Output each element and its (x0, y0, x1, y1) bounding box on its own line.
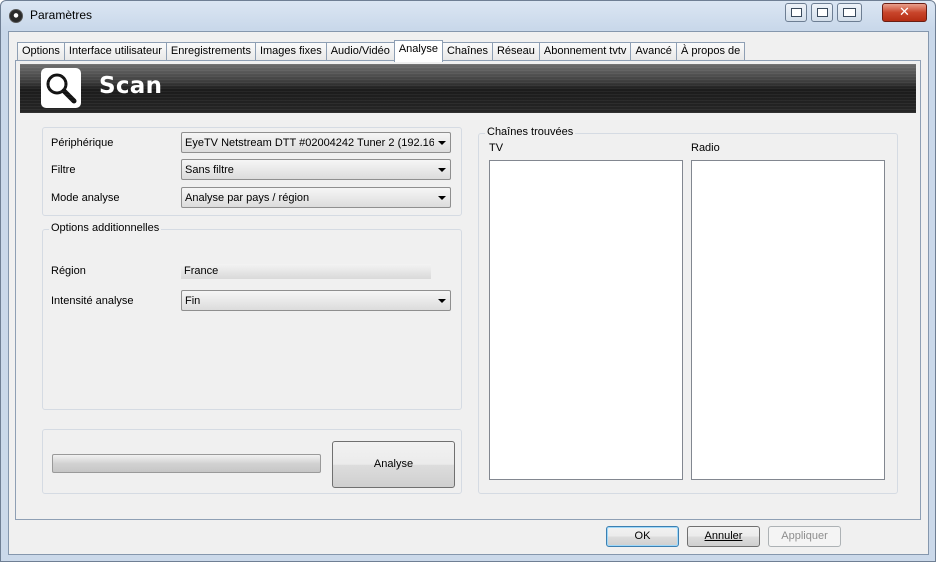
tab-reseau[interactable]: Réseau (491, 42, 540, 61)
magnifier-icon (41, 68, 81, 108)
tab-chaines[interactable]: Chaînes (441, 42, 493, 61)
found-channels-group: Chaînes trouvées TV Radio (478, 126, 898, 494)
chevron-down-icon (438, 168, 446, 172)
chevron-down-icon (438, 141, 446, 145)
close-icon: ✕ (899, 5, 910, 20)
radio-channel-list[interactable] (691, 160, 885, 480)
tab-avance[interactable]: Avancé (630, 42, 677, 61)
ok-button[interactable]: OK (606, 526, 679, 547)
scan-banner: Scan (20, 64, 916, 113)
tab-enregistrements[interactable]: Enregistrements (165, 42, 256, 61)
dialog-body: Options Interface utilisateur Enregistre… (8, 31, 929, 555)
analyse-button[interactable]: Analyse (332, 441, 455, 488)
tab-analyse[interactable]: Analyse (393, 40, 443, 62)
additional-options-group: Options additionnelles Région France Int… (42, 222, 462, 410)
settings-window: Paramètres ✕ Options Interface utilisate… (0, 0, 936, 562)
found-channels-legend: Chaînes trouvées (485, 126, 576, 138)
radio-label: Radio (691, 142, 720, 154)
tv-channel-list[interactable] (489, 160, 683, 480)
cancel-button[interactable]: Annuler (687, 526, 760, 547)
region-label: Région (51, 265, 86, 277)
tab-interface-utilisateur[interactable]: Interface utilisateur (63, 42, 167, 61)
minimize-icon[interactable] (811, 3, 833, 22)
tab-images-fixes[interactable]: Images fixes (254, 42, 327, 61)
tab-bar: Options Interface utilisateur Enregistre… (17, 40, 746, 62)
analyse-tab-page: Scan Périphérique EyeTV Netstream DTT #0… (15, 60, 921, 520)
tab-a-propos[interactable]: À propos de (675, 42, 746, 61)
scan-group: Analyse (42, 429, 462, 494)
maximize-icon[interactable] (837, 3, 862, 22)
app-eye-icon (9, 9, 23, 23)
tab-abonnement-tvtv[interactable]: Abonnement tvtv (538, 42, 632, 61)
window-title: Paramètres (30, 8, 93, 22)
tv-label: TV (489, 142, 504, 154)
device-label: Périphérique (51, 137, 114, 149)
filter-select[interactable]: Sans filtre (181, 159, 451, 180)
additional-options-legend: Options additionnelles (49, 222, 162, 234)
device-select[interactable]: EyeTV Netstream DTT #02004242 Tuner 2 (1… (181, 132, 451, 153)
region-value: France (181, 264, 431, 279)
device-settings-group: Périphérique EyeTV Netstream DTT #020042… (42, 127, 462, 216)
chevron-down-icon (438, 299, 446, 303)
scan-progress-bar (52, 454, 321, 473)
apply-button[interactable]: Appliquer (768, 526, 841, 547)
scan-mode-select[interactable]: Analyse par pays / région (181, 187, 451, 208)
restore-icon[interactable] (785, 3, 807, 22)
title-bar[interactable]: Paramètres ✕ (1, 1, 935, 31)
chevron-down-icon (438, 196, 446, 200)
filter-label: Filtre (51, 164, 76, 176)
close-button[interactable]: ✕ (882, 3, 927, 22)
banner-title: Scan (99, 73, 163, 99)
tab-options[interactable]: Options (17, 42, 65, 61)
tab-audio-video[interactable]: Audio/Vidéo (325, 42, 395, 61)
intensity-label: Intensité analyse (51, 295, 134, 307)
scan-mode-label: Mode analyse (51, 192, 120, 204)
intensity-select[interactable]: Fin (181, 290, 451, 311)
